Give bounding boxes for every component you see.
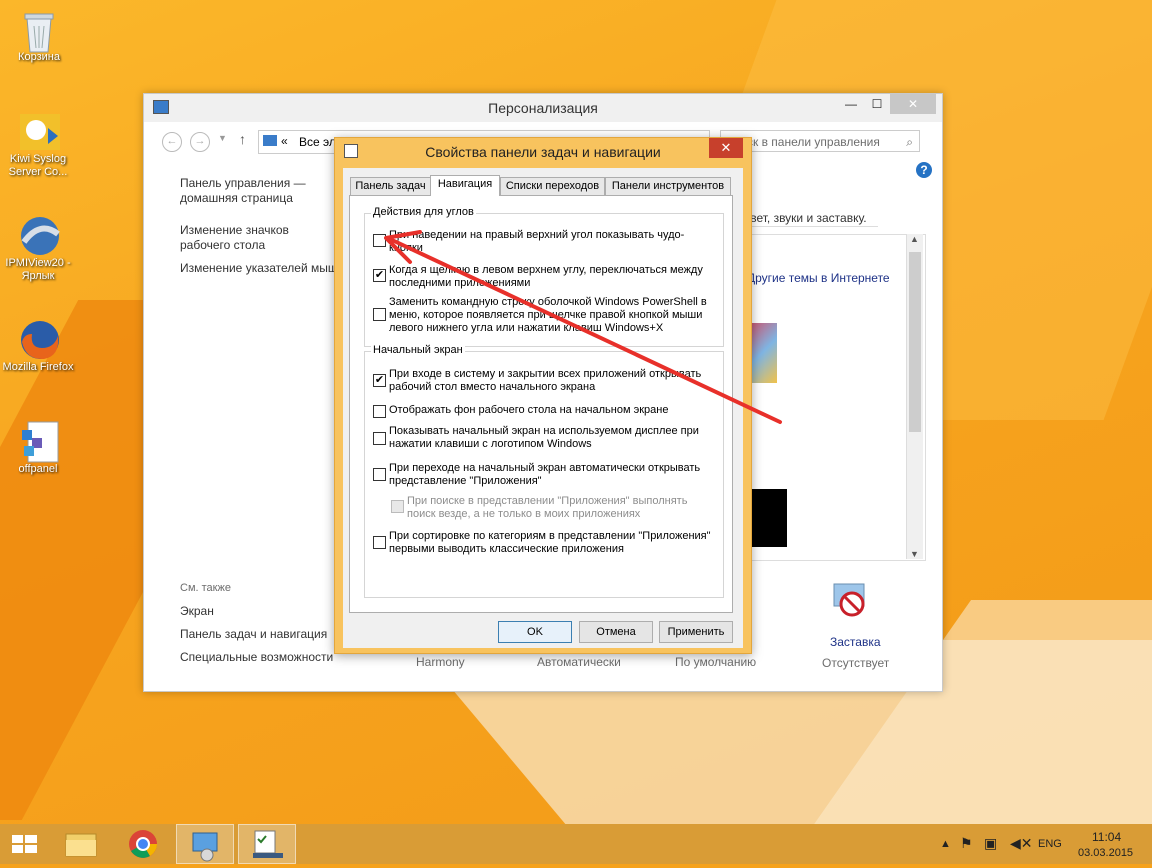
volume-muted-icon[interactable]: ◀✕ [1010, 835, 1033, 852]
recycle-bin-icon [19, 8, 59, 53]
action-center-flag-icon[interactable]: ⚑ [960, 835, 973, 852]
desktop-icon-label: offpanel [18, 463, 58, 475]
dialog-close-button[interactable]: ✕ [709, 138, 743, 158]
desktop-icon-label: Kiwi Syslog Server Co... [8, 153, 68, 178]
ipmiview-icon [18, 214, 60, 255]
boot-to-desktop-checkbox[interactable]: ✔ [373, 374, 386, 387]
taskbar: ▲ ⚑ ▣ ◀✕ ENG 11:04 03.03.2015 [0, 824, 1152, 864]
group-label: Начальный экран [371, 344, 465, 356]
harmony-label[interactable]: Harmony [416, 655, 465, 669]
desktop-icon-label: IPMIView20 - Ярлык [5, 257, 71, 282]
corner-navigation-group: Действия для углов При наведении на прав… [364, 206, 724, 347]
accessibility-link[interactable]: Специальные возможности [180, 650, 333, 664]
clock-time[interactable]: 11:04 [1092, 830, 1121, 844]
folder-icon [65, 833, 97, 857]
recent-pages-chevron-icon[interactable]: ▼ [218, 133, 227, 143]
window-titlebar: Персонализация — ☐ ✕ [144, 94, 942, 122]
taskbar-navigation-link[interactable]: Панель задач и навигация [180, 627, 327, 641]
close-button[interactable]: ✕ [890, 94, 936, 114]
option-label: Заменить командную строку оболочкой Wind… [389, 296, 707, 334]
see-also-heading: См. также [180, 582, 231, 594]
up-button[interactable]: ↑ [239, 131, 246, 147]
firefox-icon [18, 318, 59, 360]
navigation-tab-panel: Действия для углов При наведении на прав… [349, 195, 733, 613]
option-label: Отображать фон рабочего стола на начальн… [389, 404, 669, 416]
taskbar-properties-icon [253, 830, 283, 858]
control-panel-icon [192, 832, 218, 862]
taskbar-properties-taskbar-button[interactable] [238, 824, 296, 864]
control-panel-home-link[interactable]: Панель управления — домашняя страница [180, 176, 320, 206]
kiwi-syslog-icon [18, 110, 60, 150]
powershell-checkbox[interactable] [373, 308, 386, 321]
address-text: Все эл [299, 135, 336, 149]
start-on-current-display-checkbox[interactable] [373, 432, 386, 445]
option-label: Показывать начальный экран на используем… [389, 425, 699, 450]
display-link[interactable]: Экран [180, 604, 214, 618]
change-desktop-icons-link[interactable]: Изменение значков рабочего стола [180, 223, 340, 253]
computer-icon [263, 135, 277, 146]
option-label: При входе в систему и закрытии всех прил… [389, 368, 702, 393]
cancel-button[interactable]: Отмена [579, 621, 653, 643]
maximize-button[interactable]: ☐ [864, 94, 890, 114]
desktop-icon-recycle-bin[interactable]: Корзина [2, 8, 76, 64]
change-mouse-pointers-link[interactable]: Изменение указателей мыши [180, 261, 340, 275]
dialog-body: Панель задач Навигация Списки переходов … [343, 168, 743, 648]
chrome-icon [129, 830, 157, 858]
file-explorer-button[interactable] [52, 824, 110, 864]
desktop-icon-ipmiview[interactable]: IPMIView20 - Ярлык [1, 214, 75, 283]
themes-list: Другие темы в Интернете [744, 234, 926, 561]
search-icon[interactable]: ⌕ [906, 131, 913, 153]
screensaver-icon[interactable] [830, 580, 870, 620]
ok-button[interactable]: OK [498, 621, 572, 643]
option-label: Когда я щелкаю в левом верхнем углу, пер… [389, 264, 703, 289]
language-indicator[interactable]: ENG [1038, 838, 1062, 850]
offpanel-icon [18, 420, 59, 463]
desktop-icon-firefox[interactable]: Mozilla Firefox [1, 318, 75, 374]
tab-taskbar[interactable]: Панель задач [350, 177, 431, 195]
online-themes-link[interactable]: Другие темы в Интернете [747, 271, 890, 285]
desktop-icon-offpanel[interactable]: offpanel [1, 420, 75, 476]
help-icon[interactable]: ? [916, 162, 932, 178]
desktop-icon-kiwi-syslog[interactable]: Kiwi Syslog Server Co... [1, 110, 75, 179]
chrome-button[interactable] [114, 824, 172, 864]
tab-toolbars[interactable]: Панели инструментов [605, 177, 731, 195]
network-icon[interactable]: ▣ [984, 835, 997, 852]
option-label: При наведении на правый верхний угол пок… [389, 229, 685, 254]
clock-date[interactable]: 03.03.2015 [1078, 847, 1133, 859]
desktop-apps-first-checkbox[interactable] [373, 536, 386, 549]
themes-scrollbar[interactable]: ▲ ▼ [906, 234, 923, 559]
dialog-title: Свойства панели задач и навигации [425, 144, 661, 160]
windows-logo-icon [12, 835, 37, 853]
apply-button[interactable]: Применить [659, 621, 733, 643]
switch-apps-checkbox[interactable]: ✔ [373, 269, 386, 282]
forward-button[interactable]: → [190, 132, 210, 152]
screensaver-link[interactable]: Заставка [830, 635, 881, 649]
taskbar-navigation-properties-dialog: Свойства панели задач и навигации ✕ Пане… [334, 137, 752, 654]
desktop-background-start-checkbox[interactable] [373, 405, 386, 418]
charms-checkbox[interactable] [373, 234, 386, 247]
apps-view-checkbox[interactable] [373, 468, 386, 481]
group-label: Действия для углов [371, 206, 476, 218]
control-panel-taskbar-button[interactable] [176, 824, 234, 864]
desktop-icon-label: Mozilla Firefox [2, 361, 74, 373]
window-title: Персонализация [488, 100, 598, 116]
address-chevron[interactable]: « [281, 134, 288, 148]
start-button[interactable] [0, 824, 50, 864]
default-label[interactable]: По умолчанию [675, 655, 756, 669]
tab-jump-lists[interactable]: Списки переходов [500, 177, 605, 195]
show-hidden-icons-button[interactable]: ▲ [940, 838, 951, 850]
search-everywhere-checkbox[interactable] [391, 500, 404, 513]
high-contrast-theme-thumbnail[interactable] [749, 489, 787, 547]
tab-navigation[interactable]: Навигация [430, 175, 500, 196]
screensaver-value: Отсутствует [822, 656, 890, 670]
start-screen-group: Начальный экран ✔ При входе в систему и … [364, 344, 724, 598]
automatic-label[interactable]: Автоматически [537, 655, 621, 669]
minimize-button[interactable]: — [838, 94, 864, 114]
option-label: При поиске в представлении "Приложения" … [407, 495, 688, 520]
option-label: При сортировке по категориям в представл… [389, 530, 711, 555]
option-label: При переходе на начальный экран автомати… [389, 462, 701, 487]
back-button[interactable]: ← [162, 132, 182, 152]
